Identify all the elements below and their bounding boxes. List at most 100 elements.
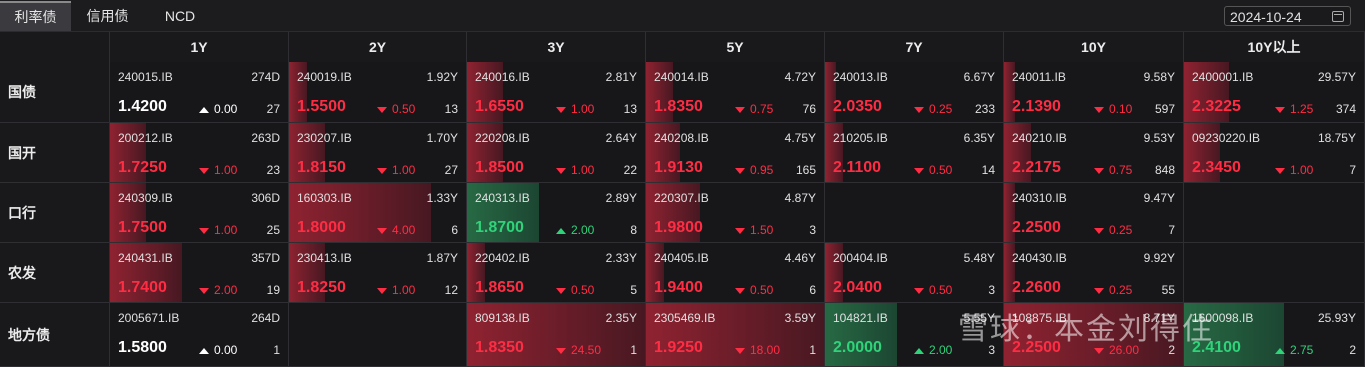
quote-cell[interactable]: 240019.IB 1.92Y 1.5500 0.50 13 bbox=[289, 62, 467, 123]
bond-yield: 1.8350 bbox=[475, 339, 524, 356]
change-value: 0.75 bbox=[750, 102, 774, 116]
change-value: 0.95 bbox=[750, 163, 774, 177]
yield-change: 1.50 bbox=[735, 223, 773, 237]
bond-code: 104821.IB bbox=[833, 311, 888, 325]
down-arrow-icon bbox=[377, 287, 387, 294]
quote-cell[interactable]: 230207.IB 1.70Y 1.8150 1.00 27 bbox=[289, 123, 467, 183]
change-value: 2.00 bbox=[214, 283, 238, 297]
change-value: 0.50 bbox=[929, 163, 953, 177]
bond-term: 4.46Y bbox=[784, 251, 816, 265]
quote-cell[interactable]: 220402.IB 2.33Y 1.8650 0.50 5 bbox=[467, 243, 646, 303]
bond-term: 2.35Y bbox=[605, 311, 637, 325]
yield-change: 1.00 bbox=[1275, 163, 1313, 177]
trade-volume: 55 bbox=[1161, 283, 1175, 297]
quote-cell[interactable]: 200404.IB 5.48Y 2.0400 0.50 3 bbox=[825, 243, 1004, 303]
trade-volume: 597 bbox=[1154, 102, 1175, 116]
quote-cell[interactable]: 240313.IB 2.89Y 1.8700 2.00 8 bbox=[467, 183, 646, 243]
quote-cell[interactable]: 220307.IB 4.87Y 1.9800 1.50 3 bbox=[646, 183, 825, 243]
quote-cell[interactable]: 240430.IB 9.92Y 2.2600 0.25 55 bbox=[1004, 243, 1184, 303]
quote-cell[interactable]: 240431.IB 357D 1.7400 2.00 19 bbox=[110, 243, 289, 303]
down-arrow-icon bbox=[199, 227, 209, 234]
change-value: 1.25 bbox=[1290, 102, 1314, 116]
column-header-0[interactable]: 1Y bbox=[110, 32, 289, 62]
down-arrow-icon bbox=[1275, 106, 1285, 113]
bond-yield: 1.8150 bbox=[297, 159, 346, 176]
calendar-icon[interactable] bbox=[1332, 11, 1344, 22]
change-value: 1.00 bbox=[571, 102, 595, 116]
trade-volume: 165 bbox=[795, 163, 816, 177]
bond-code: 240015.IB bbox=[118, 70, 173, 84]
bond-yield: 1.8350 bbox=[654, 98, 703, 115]
down-arrow-icon bbox=[735, 287, 745, 294]
column-header-3[interactable]: 5Y bbox=[646, 32, 825, 62]
date-picker[interactable]: 2024-10-24 bbox=[1224, 6, 1351, 26]
trade-volume: 76 bbox=[802, 102, 816, 116]
bond-code: 240405.IB bbox=[654, 251, 709, 265]
column-header-4[interactable]: 7Y bbox=[825, 32, 1004, 62]
down-arrow-icon bbox=[556, 167, 566, 174]
quote-cell[interactable]: 200212.IB 263D 1.7250 1.00 23 bbox=[110, 123, 289, 183]
bond-term: 2.64Y bbox=[605, 131, 637, 145]
column-header-6[interactable]: 10Y以上 bbox=[1184, 32, 1365, 62]
bond-yield: 2.2500 bbox=[1012, 219, 1061, 236]
bond-yield: 1.8500 bbox=[475, 159, 524, 176]
quote-cell[interactable]: 240405.IB 4.46Y 1.9400 0.50 6 bbox=[646, 243, 825, 303]
down-arrow-icon bbox=[1094, 347, 1104, 354]
watermark-text: 雪球：本金刘得住 bbox=[958, 313, 1214, 346]
tab-credit-bonds[interactable]: 信用债 bbox=[71, 3, 144, 29]
trade-volume: 13 bbox=[623, 102, 637, 116]
quote-cell bbox=[825, 183, 1004, 243]
column-header-5[interactable]: 10Y bbox=[1004, 32, 1184, 62]
bond-term: 264D bbox=[251, 311, 280, 325]
quote-cell[interactable]: 240015.IB 274D 1.4200 0.00 27 bbox=[110, 62, 289, 123]
down-arrow-icon bbox=[1094, 287, 1104, 294]
quote-cell[interactable]: 240013.IB 6.67Y 2.0350 0.25 233 bbox=[825, 62, 1004, 123]
yield-change: 24.50 bbox=[556, 343, 601, 357]
bond-yield: 1.8250 bbox=[297, 279, 346, 296]
bond-code: 160303.IB bbox=[297, 191, 352, 205]
quote-cell[interactable]: 240210.IB 9.53Y 2.2175 0.75 848 bbox=[1004, 123, 1184, 183]
change-value: 1.00 bbox=[214, 163, 238, 177]
bond-code: 240431.IB bbox=[118, 251, 173, 265]
quote-cell[interactable]: 220208.IB 2.64Y 1.8500 1.00 22 bbox=[467, 123, 646, 183]
bond-yield: 1.8000 bbox=[297, 219, 346, 236]
quote-cell[interactable]: 210205.IB 6.35Y 2.1100 0.50 14 bbox=[825, 123, 1004, 183]
yield-change: 0.50 bbox=[556, 283, 594, 297]
bond-code: 220307.IB bbox=[654, 191, 709, 205]
bond-term: 6.67Y bbox=[963, 70, 995, 84]
quote-cell[interactable]: 240016.IB 2.81Y 1.6550 1.00 13 bbox=[467, 62, 646, 123]
change-value: 0.75 bbox=[1109, 163, 1133, 177]
quote-cell[interactable]: 240011.IB 9.58Y 2.1390 0.10 597 bbox=[1004, 62, 1184, 123]
bond-term: 4.75Y bbox=[784, 131, 816, 145]
trade-volume: 2 bbox=[1349, 343, 1356, 357]
column-header-2[interactable]: 3Y bbox=[467, 32, 646, 62]
quote-cell[interactable]: 160303.IB 1.33Y 1.8000 4.00 6 bbox=[289, 183, 467, 243]
quote-cell[interactable]: 240208.IB 4.75Y 1.9130 0.95 165 bbox=[646, 123, 825, 183]
yield-change: 0.25 bbox=[1094, 223, 1132, 237]
quote-cell[interactable]: 240310.IB 9.47Y 2.2500 0.25 7 bbox=[1004, 183, 1184, 243]
quote-cell[interactable]: 240014.IB 4.72Y 1.8350 0.75 76 bbox=[646, 62, 825, 123]
bond-yield: 2.2175 bbox=[1012, 159, 1061, 176]
quote-cell[interactable]: 809138.IB 2.35Y 1.8350 24.50 1 bbox=[467, 303, 646, 367]
bond-yield: 1.8650 bbox=[475, 279, 524, 296]
tab-rate-bonds[interactable]: 利率债 bbox=[0, 1, 71, 31]
quote-cell[interactable]: 240309.IB 306D 1.7500 1.00 25 bbox=[110, 183, 289, 243]
bond-term: 5.48Y bbox=[963, 251, 995, 265]
bond-term: 9.58Y bbox=[1143, 70, 1175, 84]
quote-cell[interactable]: 230413.IB 1.87Y 1.8250 1.00 12 bbox=[289, 243, 467, 303]
tab-ncd[interactable]: NCD bbox=[144, 3, 216, 29]
bond-yield: 1.5500 bbox=[297, 98, 346, 115]
quote-cell bbox=[1184, 183, 1365, 243]
quote-cell[interactable]: 2005671.IB 264D 1.5800 0.00 1 bbox=[110, 303, 289, 367]
quote-cell[interactable]: 2305469.IB 3.59Y 1.9250 18.00 1 bbox=[646, 303, 825, 367]
quote-cell[interactable]: 09230220.IB 18.75Y 2.3450 1.00 7 bbox=[1184, 123, 1365, 183]
change-value: 2.00 bbox=[571, 223, 595, 237]
change-value: 0.00 bbox=[214, 343, 238, 357]
column-header-1[interactable]: 2Y bbox=[289, 32, 467, 62]
quote-cell[interactable]: 2400001.IB 29.57Y 2.3225 1.25 374 bbox=[1184, 62, 1365, 123]
yield-change: 2.75 bbox=[1275, 343, 1313, 357]
trade-volume: 5 bbox=[630, 283, 637, 297]
row-label: 农发 bbox=[0, 243, 110, 303]
bond-yield: 1.4200 bbox=[118, 98, 167, 115]
quote-cell bbox=[289, 303, 467, 367]
